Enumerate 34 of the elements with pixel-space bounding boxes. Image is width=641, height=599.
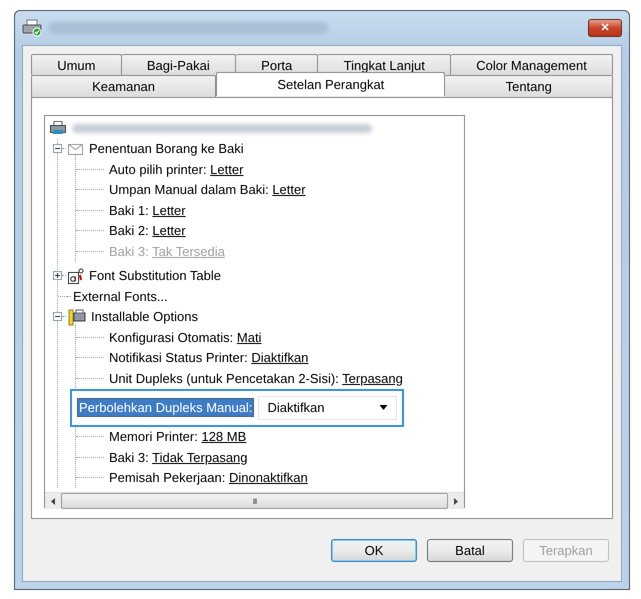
close-button[interactable]: ✕ bbox=[588, 19, 622, 37]
dialog-button[interactable]: Batal bbox=[427, 539, 513, 562]
left-arrow-icon[interactable] bbox=[51, 498, 55, 504]
font-icon bbox=[68, 268, 84, 284]
tree-item[interactable]: Notifikasi Status Printer: Diaktifkan bbox=[109, 350, 308, 366]
tab[interactable]: Bagi-Pakai bbox=[122, 54, 236, 75]
tree-item[interactable]: Auto pilih printer: Letter bbox=[109, 162, 244, 177]
tree-item[interactable]: Penentuan Borang ke Baki bbox=[89, 141, 244, 156]
tree-item[interactable]: Installable Options bbox=[91, 309, 198, 324]
tree-item[interactable]: Pemisah Pekerjaan: Dinonaktifkan bbox=[109, 470, 308, 486]
printer-icon bbox=[50, 121, 66, 136]
dropdown[interactable]: Diaktifkan bbox=[258, 396, 397, 420]
expander-button[interactable] bbox=[53, 312, 62, 322]
printer-icon bbox=[22, 19, 42, 37]
tree-item[interactable]: Memori Printer: 128 MB bbox=[109, 429, 246, 444]
tree-item[interactable]: Font Substitution Table bbox=[89, 268, 222, 284]
tree-item[interactable]: Umpan Manual dalam Baki: Letter bbox=[109, 182, 306, 198]
tab[interactable]: Umum bbox=[31, 54, 122, 75]
right-arrow-icon[interactable] bbox=[454, 498, 458, 504]
tree-item[interactable]: Konfigurasi Otomatis: Mati bbox=[109, 330, 262, 345]
expander-button[interactable] bbox=[53, 271, 62, 280]
tree-item[interactable]: Unit Dupleks (untuk Pencetakan 2-Sisi): Terpasang bbox=[109, 370, 403, 386]
tree-item[interactable]: Baki 3: Tidak Terpasang bbox=[109, 450, 248, 465]
tree-item[interactable]: Baki 1: Letter bbox=[109, 202, 186, 218]
tab[interactable]: Keamanan bbox=[31, 75, 216, 97]
tab[interactable]: Tentang bbox=[445, 75, 614, 97]
dialog-button[interactable]: OK bbox=[331, 539, 417, 562]
caret-icon bbox=[379, 405, 388, 410]
tree-item[interactable]: Baki 2: Letter bbox=[109, 223, 186, 238]
tab[interactable]: Color Management bbox=[451, 54, 614, 75]
tab[interactable]: Setelan Perangkat bbox=[216, 72, 446, 96]
tree-item[interactable]: Perbolehkan Dupleks Manual: bbox=[77, 398, 254, 417]
expander-button[interactable] bbox=[53, 144, 62, 154]
tree-item[interactable]: External Fonts... bbox=[73, 288, 168, 304]
